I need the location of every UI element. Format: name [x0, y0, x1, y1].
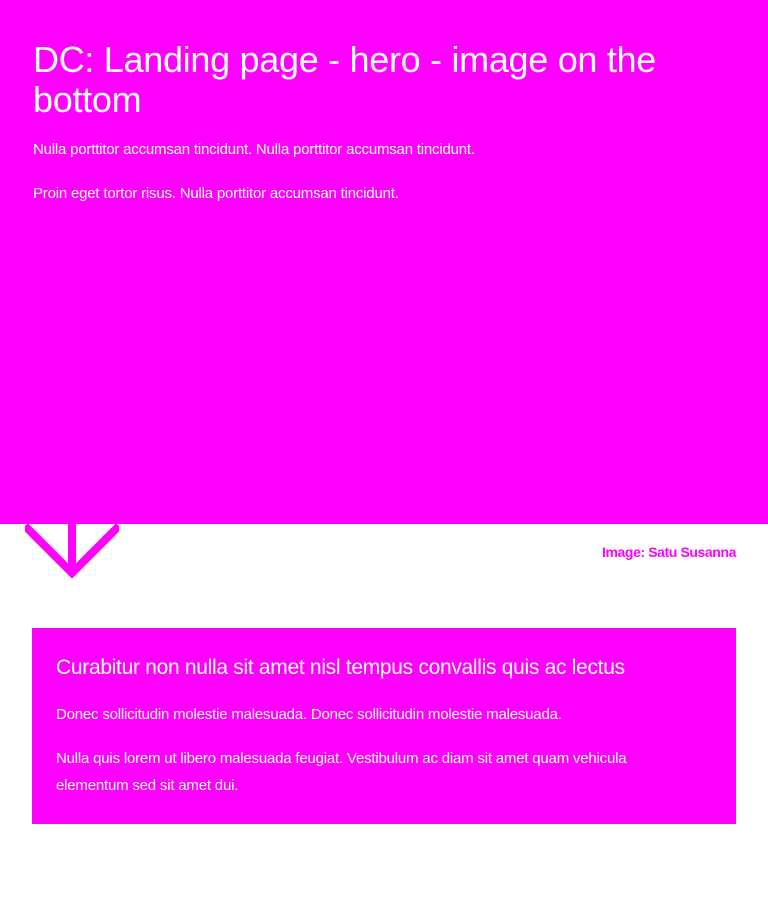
- content-card: Curabitur non nulla sit amet nisl tempus…: [32, 628, 736, 824]
- arrow-down-icon[interactable]: [22, 522, 122, 580]
- card-paragraph-1: Donec sollicitudin molestie malesuada. D…: [56, 706, 562, 723]
- hero-paragraph-1: Nulla porttitor accumsan tincidunt. Null…: [33, 141, 475, 158]
- hero-section: DC: Landing page - hero - image on the b…: [0, 0, 768, 524]
- hero-paragraph-2: Proin eget tortor risus. Nulla porttitor…: [33, 185, 399, 202]
- card-paragraph-2: Nulla quis lorem ut libero malesuada feu…: [56, 750, 627, 794]
- card-title: Curabitur non nulla sit amet nisl tempus…: [56, 656, 625, 679]
- image-credit: Image: Satu Susanna: [602, 544, 736, 560]
- hero-title: DC: Landing page - hero - image on the b…: [33, 39, 656, 120]
